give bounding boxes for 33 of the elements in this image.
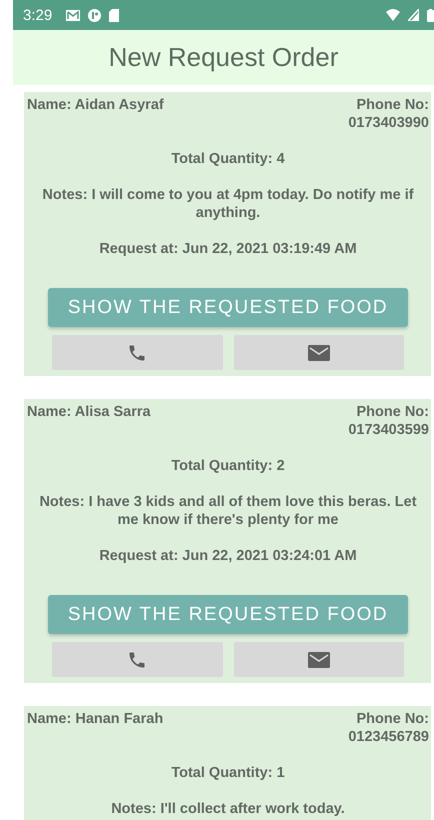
email-button[interactable] bbox=[234, 642, 404, 677]
customer-name: Name: Alisa Sarra bbox=[27, 403, 151, 422]
total-quantity: Total Quantity: 4 bbox=[170, 150, 286, 168]
envelope-icon bbox=[306, 650, 331, 670]
customer-name: Name: Aidan Asyraf bbox=[27, 96, 164, 115]
phone-icon bbox=[127, 650, 148, 670]
email-button[interactable] bbox=[234, 335, 404, 370]
page-title: New Request Order bbox=[108, 42, 338, 73]
phone-number: 0123456789 bbox=[348, 728, 429, 746]
phone-icon bbox=[127, 342, 148, 362]
total-quantity: Total Quantity: 2 bbox=[170, 457, 286, 475]
order-notes: Notes: I have 3 kids and all of them love this beras. Let me know if there's plenty for me bbox=[38, 493, 418, 529]
phone-number: 0173403990 bbox=[348, 114, 429, 132]
sd-card-icon bbox=[109, 8, 120, 22]
show-food-button[interactable]: SHOW THE REQUESTED FOOD bbox=[48, 288, 408, 327]
wifi-icon bbox=[386, 9, 400, 21]
envelope-icon bbox=[306, 342, 331, 362]
request-time: Request at: Jun 22, 2021 03:24:01 AM bbox=[98, 547, 358, 565]
order-notes: Notes: I'll collect after work today. bbox=[110, 800, 346, 818]
order-notes: Notes: I will come to you at 4pm today. Do notify me if anything. bbox=[41, 186, 415, 222]
mail-icon bbox=[66, 10, 80, 20]
phone-label: Phone No: bbox=[356, 710, 429, 728]
show-food-button[interactable]: SHOW THE REQUESTED FOOD bbox=[48, 595, 408, 634]
customer-name: Name: Hanan Farah bbox=[27, 710, 164, 729]
battery-icon bbox=[427, 8, 434, 22]
phone-label: Phone No: bbox=[356, 96, 429, 114]
request-time: Request at: Jun 22, 2021 03:19:49 AM bbox=[98, 240, 358, 258]
app-icon bbox=[88, 8, 102, 22]
phone-label: Phone No: bbox=[356, 403, 429, 421]
signal-icon bbox=[408, 9, 419, 21]
phone-number: 0173403599 bbox=[348, 421, 429, 439]
status-time: 3:29 bbox=[23, 6, 52, 24]
total-quantity: Total Quantity: 1 bbox=[170, 764, 286, 782]
